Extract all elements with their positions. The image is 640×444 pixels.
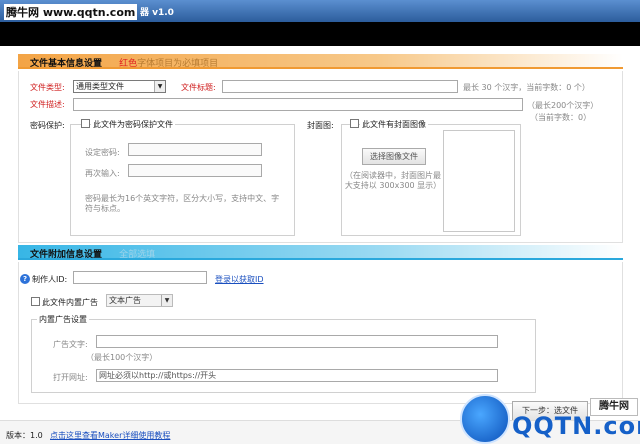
ad-checkbox[interactable] xyxy=(31,297,40,306)
ad-settings-title: 内置广告设置 xyxy=(37,314,89,325)
file-desc-label: 文件描述: xyxy=(30,100,65,109)
main-panel: 文件基本信息设置 红色字体项目为必填项目 文件类型: 通用类型文件 ▼ 文件标题:… xyxy=(0,46,640,421)
title-bar: 腾牛网 www.qqtn.com 器 v1.0 xyxy=(0,0,640,46)
file-type-label: 文件类型: xyxy=(30,83,65,92)
password-group xyxy=(70,124,295,236)
chevron-down-icon: ▼ xyxy=(161,295,172,306)
tutorial-link[interactable]: 点击这里查看Maker详细使用教程 xyxy=(50,430,170,441)
login-link[interactable]: 登录以获取ID xyxy=(215,274,264,285)
ad-checkbox-label: 此文件内置广告 xyxy=(42,298,98,307)
help-icon[interactable]: ? xyxy=(20,274,30,284)
section-extra-header: 文件附加信息设置 全部选填 xyxy=(18,245,623,260)
file-desc-hint: （最长200个汉字） xyxy=(527,101,599,110)
cover-checkbox[interactable] xyxy=(350,119,359,128)
file-title-label: 文件标题: xyxy=(181,83,216,92)
ad-text-hint: （最长100个汉字） xyxy=(86,353,158,362)
app-version-title: 器 v1.0 xyxy=(140,8,174,18)
watermark: QQTN.com 腾牛网 xyxy=(460,390,640,444)
repeat-password-label: 再次输入: xyxy=(85,169,120,178)
cover-label: 封面图: xyxy=(307,121,334,130)
password-label: 密码保护: xyxy=(30,121,65,130)
select-image-button[interactable]: 选择图像文件 xyxy=(362,148,426,165)
watermark-text: QQTN.com xyxy=(512,412,640,440)
toolbar-black xyxy=(0,22,640,46)
set-password-label: 设定密码: xyxy=(85,148,120,157)
file-title-input[interactable] xyxy=(222,80,458,93)
maker-id-input[interactable] xyxy=(73,271,207,284)
ad-url-input[interactable]: 网址必须以http://或https://开头 xyxy=(96,369,498,382)
file-desc-input[interactable] xyxy=(73,98,523,111)
cover-preview xyxy=(443,130,515,232)
ad-text-input[interactable] xyxy=(96,335,498,348)
set-password-input[interactable] xyxy=(128,143,262,156)
ad-url-label: 打开网址: xyxy=(53,373,88,382)
chevron-down-icon: ▼ xyxy=(154,81,165,92)
password-note: 密码最长为16个英文字符，区分大小写，支持中文、字符与标点。 xyxy=(85,194,280,213)
ad-type-select[interactable]: 文本广告 ▼ xyxy=(106,294,173,307)
cover-note: （在阅读器中，封面图片最大支持以 300x300 显示） xyxy=(344,171,442,190)
section-basic-header: 文件基本信息设置 红色字体项目为必填项目 xyxy=(18,54,623,69)
section-basic-title: 文件基本信息设置 xyxy=(30,59,103,69)
section-extra-note: 全部选填 xyxy=(119,250,156,260)
cover-checkbox-label: 此文件有封面图像 xyxy=(360,119,428,130)
watermark-badge: 腾牛网 xyxy=(590,398,638,416)
section-basic-note: 红色字体项目为必填项目 xyxy=(119,59,219,69)
watermark-logo-icon xyxy=(460,394,510,444)
ad-text-label: 广告文字: xyxy=(53,340,88,349)
file-title-hint: 最长 30 个汉字，当前字数：0 个） xyxy=(463,83,590,92)
file-type-select[interactable]: 通用类型文件 ▼ xyxy=(73,80,166,93)
site-logo: 腾牛网 www.qqtn.com xyxy=(4,4,138,20)
repeat-password-input[interactable] xyxy=(128,164,262,177)
file-desc-count: （当前字数：0） xyxy=(530,113,592,122)
password-checkbox-label: 此文件为密码保护文件 xyxy=(91,119,175,130)
password-checkbox[interactable] xyxy=(81,119,90,128)
maker-id-label: 制作人ID: xyxy=(32,275,68,284)
section-extra-title: 文件附加信息设置 xyxy=(30,250,103,260)
version-label: 版本：1.0 xyxy=(6,431,43,440)
